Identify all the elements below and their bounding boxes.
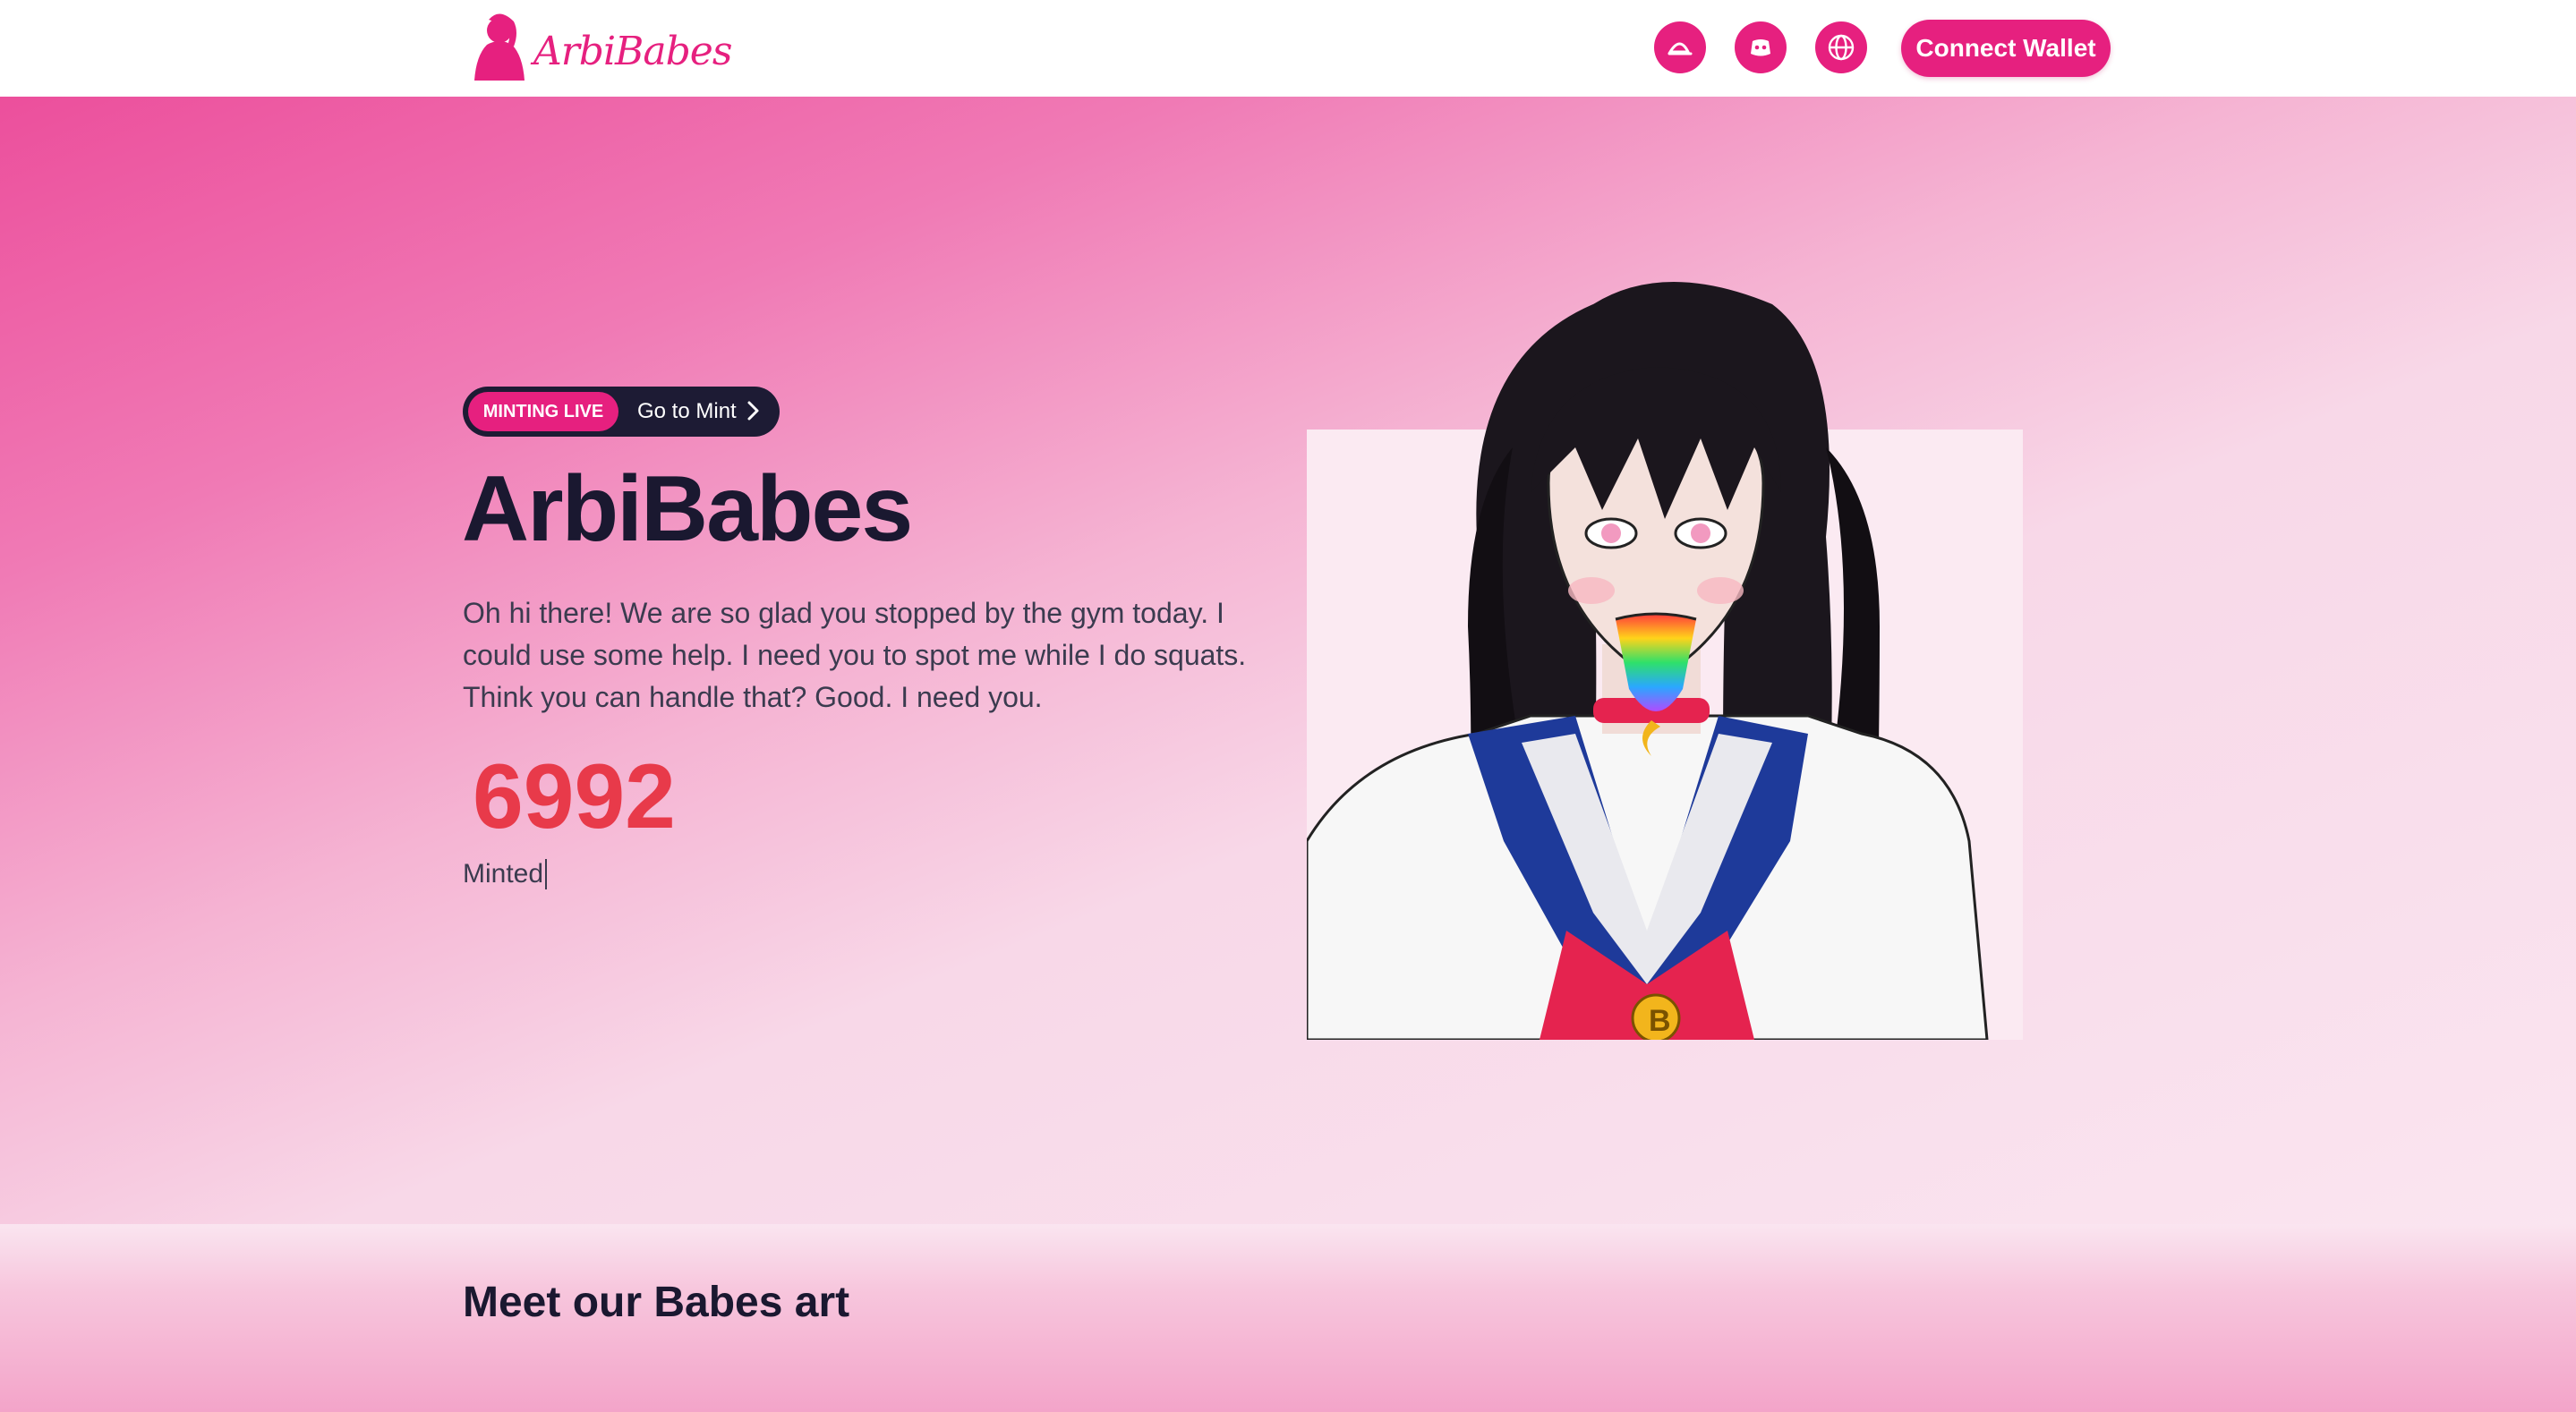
globe-icon[interactable] xyxy=(1815,21,1867,73)
top-navbar: ArbiBabes Connect Wallet xyxy=(0,0,2576,97)
chevron-right-icon xyxy=(743,397,763,424)
minting-live-badge: MINTING LIVE xyxy=(468,392,618,431)
minting-live-banner[interactable]: MINTING LIVE Go to Mint xyxy=(463,387,780,437)
silhouette-logo-icon xyxy=(474,13,525,81)
minted-count: 6992 xyxy=(473,745,676,847)
minted-label: Minted xyxy=(463,859,548,889)
hero-section xyxy=(0,97,2576,1233)
connect-wallet-button[interactable]: Connect Wallet xyxy=(1901,20,2111,77)
logo-wordmark: ArbiBabes xyxy=(533,29,732,74)
brand-logo[interactable]: ArbiBabes xyxy=(469,11,732,82)
svg-text:B: B xyxy=(1649,1004,1671,1038)
page-title: ArbiBabes xyxy=(462,457,913,561)
babes-art-section: Meet our Babes art xyxy=(0,1224,2576,1412)
go-to-mint-link[interactable]: Go to Mint xyxy=(637,387,737,437)
opensea-icon[interactable] xyxy=(1654,21,1706,73)
hero-character-illustration: B xyxy=(1307,268,2023,1040)
hero-description: Oh hi there! We are so glad you stopped … xyxy=(463,597,1247,713)
discord-icon[interactable] xyxy=(1735,21,1787,73)
section-title: Meet our Babes art xyxy=(463,1279,850,1326)
